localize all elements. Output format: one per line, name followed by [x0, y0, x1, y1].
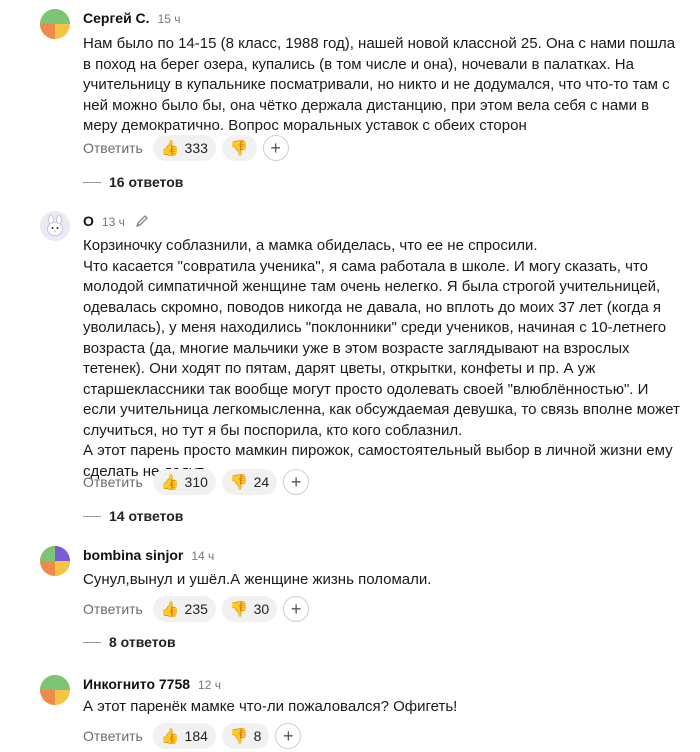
replies-toggle[interactable]: 16 ответов [83, 172, 183, 192]
comment-time: 15 ч [157, 12, 181, 26]
avatar[interactable] [40, 211, 70, 241]
pencil-icon[interactable] [135, 214, 149, 228]
replies-toggle[interactable]: 8 ответов [83, 632, 176, 652]
plus-icon: + [270, 137, 281, 158]
reply-button[interactable]: Ответить [83, 728, 143, 744]
like-count: 333 [184, 140, 208, 156]
thumbs-down-icon: 👎 [229, 600, 249, 618]
comment-header: bombina sinjor 14 ч [83, 547, 214, 569]
avatar[interactable] [40, 9, 70, 39]
comment-actions: Ответить 👍 235 👎 30 + [83, 596, 310, 622]
comment-time: 12 ч [198, 678, 221, 692]
comment-time: 13 ч [101, 215, 125, 229]
comment-text: Корзиночку соблазнили, а мамка обиделась… [83, 237, 680, 480]
comment-text: А этот паренёк мамке что-ли пожаловался?… [83, 698, 458, 715]
replies-count: 14 ответов [109, 508, 184, 524]
reply-button[interactable]: Ответить [83, 601, 143, 617]
replies-divider [83, 515, 101, 517]
thumbs-down-icon: 👎 [229, 727, 249, 745]
thumbs-down-icon: 👎 [229, 473, 249, 491]
add-reaction-button[interactable]: + [283, 596, 310, 622]
replies-divider [83, 181, 101, 183]
thumbs-up-icon: 👍 [160, 473, 180, 491]
comment-text: Нам было по 14-15 (8 класс, 1988 год), н… [83, 35, 676, 134]
like-button[interactable]: 👍 184 [152, 723, 216, 749]
plus-icon: + [290, 471, 302, 492]
thumbs-up-icon: 👍 [160, 139, 180, 157]
dislike-button[interactable]: 👎 24 [221, 469, 278, 495]
like-button[interactable]: 👍 310 [152, 469, 216, 495]
replies-count: 16 ответов [109, 174, 184, 190]
like-count: 310 [184, 474, 208, 490]
dislike-button[interactable]: 👎 30 [221, 596, 278, 622]
author-name[interactable]: Инкогнито 7758 [83, 676, 190, 692]
add-reaction-button[interactable]: + [283, 469, 310, 495]
avatar[interactable] [40, 546, 70, 576]
reply-button[interactable]: Ответить [83, 474, 143, 490]
dislike-count: 24 [253, 474, 270, 490]
avatar[interactable] [40, 675, 70, 705]
comment-time: 14 ч [191, 549, 215, 563]
author-name[interactable]: О [83, 213, 94, 229]
add-reaction-button[interactable]: + [262, 135, 289, 161]
thumbs-down-icon: 👎 [229, 139, 249, 157]
dislike-count: 8 [253, 728, 262, 744]
comment-header: Сергей С. 15 ч [83, 10, 181, 32]
comment-text: Сунул,вынул и ушёл.А женщине жизнь полом… [83, 571, 432, 588]
comment-actions: Ответить 👍 310 👎 24 + [83, 469, 310, 495]
author-name[interactable]: Сергей С. [83, 10, 150, 26]
comment-header: О 13 ч [83, 212, 149, 234]
thumbs-up-icon: 👍 [160, 600, 180, 618]
dislike-button[interactable]: 👎 8 [221, 723, 270, 749]
add-reaction-button[interactable]: + [275, 723, 302, 749]
thumbs-up-icon: 👍 [160, 727, 180, 745]
like-count: 184 [184, 728, 208, 744]
plus-icon: + [290, 598, 302, 619]
plus-icon: + [283, 725, 294, 746]
comment-actions: Ответить 👍 333 👎 + [83, 135, 289, 161]
reply-button[interactable]: Ответить [83, 140, 143, 156]
replies-toggle[interactable]: 14 ответов [83, 506, 183, 526]
like-button[interactable]: 👍 333 [152, 135, 216, 161]
replies-count: 8 ответов [109, 634, 176, 650]
replies-divider [83, 641, 101, 643]
like-button[interactable]: 👍 235 [152, 596, 216, 622]
comment-header: Инкогнито 7758 12 ч [83, 676, 221, 698]
comment-actions: Ответить 👍 184 👎 8 + [83, 723, 302, 749]
like-count: 235 [184, 601, 208, 617]
dislike-count: 30 [253, 601, 270, 617]
dislike-button[interactable]: 👎 [221, 135, 257, 161]
author-name[interactable]: bombina sinjor [83, 547, 183, 563]
